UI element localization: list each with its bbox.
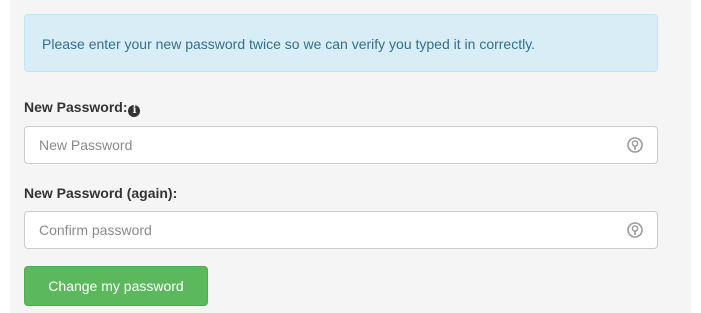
password-manager-icon[interactable] bbox=[627, 137, 643, 153]
alert-message: Please enter your new password twice so … bbox=[42, 36, 536, 52]
new-password-label-text: New Password: bbox=[24, 99, 128, 115]
info-icon[interactable]: i bbox=[128, 105, 141, 117]
new-password-label: New Password: i bbox=[24, 99, 141, 117]
password-change-form: Please enter your new password twice so … bbox=[10, 0, 691, 313]
info-alert: Please enter your new password twice so … bbox=[24, 14, 658, 72]
change-password-button[interactable]: Change my password bbox=[24, 266, 208, 306]
confirm-password-input[interactable] bbox=[25, 212, 629, 248]
new-password-input[interactable] bbox=[25, 127, 629, 163]
confirm-password-label: New Password (again): bbox=[24, 185, 177, 201]
confirm-password-field[interactable] bbox=[24, 211, 658, 249]
confirm-password-label-text: New Password (again): bbox=[24, 185, 178, 201]
new-password-field[interactable] bbox=[24, 126, 658, 164]
password-manager-icon[interactable] bbox=[627, 222, 643, 238]
